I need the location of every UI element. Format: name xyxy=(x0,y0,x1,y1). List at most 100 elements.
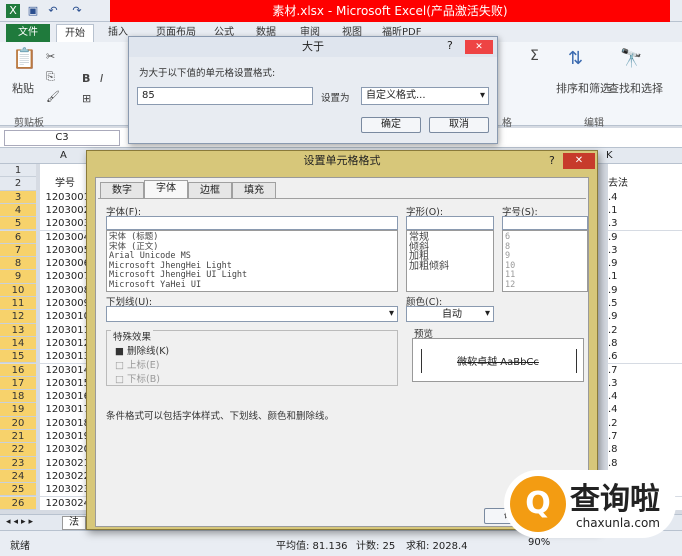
row-number[interactable]: 8 xyxy=(0,257,36,271)
cell-a[interactable]: 1203016 xyxy=(40,390,90,404)
cell-k[interactable]: .9 xyxy=(608,257,682,271)
cell-a[interactable]: 1203015 xyxy=(40,376,90,391)
cell-k[interactable]: .1 xyxy=(608,270,682,284)
cell-k[interactable]: .7 xyxy=(608,430,682,444)
row-number[interactable]: 22 xyxy=(0,443,36,457)
cell-a[interactable]: 1203024 xyxy=(40,496,90,510)
cell-a[interactable]: 1203019 xyxy=(40,430,90,444)
find-select-button[interactable]: 查找和选择 xyxy=(608,80,663,96)
style-list[interactable]: 常规 倾斜 加粗 加粗倾斜 xyxy=(406,230,494,292)
cell-a[interactable]: 1203003 xyxy=(40,217,90,231)
size-list-item[interactable]: 10 xyxy=(505,261,585,272)
cell-k[interactable]: .8 xyxy=(608,336,682,351)
paste-button[interactable]: 粘贴 xyxy=(12,80,34,96)
cell-k[interactable]: .2 xyxy=(608,323,682,337)
border-icon[interactable]: ⊞ xyxy=(82,92,91,105)
column-k-header[interactable]: K xyxy=(606,150,613,161)
row-number[interactable]: 17 xyxy=(0,376,36,391)
sort-filter-icon[interactable]: ⇅ xyxy=(568,48,583,69)
row-number[interactable]: 26 xyxy=(0,496,36,510)
row-number[interactable]: 5 xyxy=(0,217,36,231)
row-number[interactable]: 23 xyxy=(0,456,36,470)
row-number[interactable]: 15 xyxy=(0,350,36,364)
cut-icon[interactable]: ✂ xyxy=(46,50,55,63)
tab-fill[interactable]: 填充 xyxy=(232,182,276,198)
size-input[interactable] xyxy=(502,216,588,230)
close-icon[interactable]: ✕ xyxy=(465,40,493,54)
cell-k[interactable]: .9 xyxy=(608,283,682,297)
cell-k[interactable]: .4 xyxy=(608,390,682,404)
cell-a[interactable]: 1203011 xyxy=(40,323,90,337)
strikethrough-checkbox[interactable]: ■ 删除线(K) xyxy=(115,343,169,357)
row-number[interactable]: 11 xyxy=(0,297,36,311)
cell-a[interactable]: 1203006 xyxy=(40,257,90,271)
redo-icon[interactable]: ↷ xyxy=(70,4,84,18)
copy-icon[interactable]: ⎘ xyxy=(46,70,55,84)
column-a-header[interactable]: A xyxy=(60,150,67,161)
cell-a[interactable]: 1203008 xyxy=(40,283,90,297)
font-input[interactable] xyxy=(106,216,398,230)
help-icon[interactable]: ? xyxy=(447,39,453,52)
format-painter-icon[interactable]: 🖌 xyxy=(46,90,60,103)
cell-a[interactable]: 1203002 xyxy=(40,203,90,218)
cell-a[interactable]: 1203005 xyxy=(40,243,90,258)
font-list[interactable]: 宋体 (标题) 宋体 (正文) Arial Unicode MS Microsoft … xyxy=(106,230,398,292)
row-number[interactable]: 9 xyxy=(0,270,36,284)
tab-home[interactable]: 开始 xyxy=(56,24,94,42)
undo-icon[interactable]: ↶ xyxy=(46,4,60,18)
row-number[interactable]: 13 xyxy=(0,323,36,337)
close-icon[interactable]: ✕ xyxy=(563,153,595,169)
cell-k[interactable]: .5 xyxy=(608,297,682,311)
cell-a[interactable]: 1203013 xyxy=(40,350,90,364)
cell-k[interactable]: .2 xyxy=(608,416,682,430)
size-list-item[interactable]: 11 xyxy=(505,271,585,281)
row-number[interactable]: 25 xyxy=(0,483,36,497)
row-number[interactable]: 19 xyxy=(0,403,36,417)
cell-k[interactable]: .3 xyxy=(608,217,682,231)
cell-a[interactable]: 1203007 xyxy=(40,270,90,284)
cell-k[interactable]: .6 xyxy=(608,350,682,364)
italic-icon[interactable]: I xyxy=(100,72,103,85)
tab-number[interactable]: 数字 xyxy=(100,182,144,198)
row-number[interactable]: 7 xyxy=(0,243,36,258)
cell-k[interactable]: .8 xyxy=(608,443,682,457)
tab-file[interactable]: 文件 xyxy=(6,24,50,42)
cell-k[interactable]: .1 xyxy=(608,203,682,218)
cell-a[interactable]: 1203018 xyxy=(40,416,90,430)
cell-a[interactable]: 1203012 xyxy=(40,336,90,351)
cell-a[interactable]: 1203023 xyxy=(40,483,90,497)
cell-a[interactable]: 1203021 xyxy=(40,456,90,470)
row-number[interactable]: 2 xyxy=(0,177,36,191)
subscript-checkbox[interactable]: □ 下标(B) xyxy=(115,371,160,385)
row-number[interactable]: 16 xyxy=(0,363,36,377)
color-select[interactable]: 自动 ▾ xyxy=(406,306,494,322)
sheet-tab[interactable]: 法 xyxy=(62,516,86,530)
size-list[interactable]: 6 8 9 10 11 12 xyxy=(502,230,588,292)
cell-k[interactable]: .3 xyxy=(608,243,682,258)
threshold-input[interactable]: 85 xyxy=(137,87,313,105)
row-number[interactable]: 3 xyxy=(0,190,36,204)
cell-k[interactable]: .4 xyxy=(608,403,682,417)
cell-k[interactable]: .4 xyxy=(608,190,682,204)
cell-k[interactable]: .8 xyxy=(608,456,682,470)
row-number[interactable]: 21 xyxy=(0,430,36,444)
save-icon[interactable]: ▣ xyxy=(26,4,40,18)
cell-a[interactable]: 1203010 xyxy=(40,310,90,324)
cell-a[interactable]: 1203009 xyxy=(40,297,90,311)
tab-font[interactable]: 字体 xyxy=(144,180,188,198)
cell-k[interactable] xyxy=(608,164,682,178)
name-box[interactable]: C3 xyxy=(4,130,120,146)
format-select[interactable]: 自定义格式... ▾ xyxy=(361,87,489,105)
style-input[interactable] xyxy=(406,216,494,230)
cell-a[interactable]: 1203022 xyxy=(40,469,90,484)
row-number[interactable]: 6 xyxy=(0,230,36,244)
tab-border[interactable]: 边框 xyxy=(188,182,232,198)
cell-a[interactable]: 学号 xyxy=(40,177,90,191)
row-number[interactable]: 4 xyxy=(0,203,36,218)
row-number[interactable]: 1 xyxy=(0,164,36,178)
cell-k[interactable]: .9 xyxy=(608,230,682,244)
cell-k[interactable]: .9 xyxy=(608,310,682,324)
row-number[interactable]: 18 xyxy=(0,390,36,404)
size-list-item[interactable]: 12 xyxy=(505,280,585,291)
cell-k[interactable]: .3 xyxy=(608,376,682,391)
